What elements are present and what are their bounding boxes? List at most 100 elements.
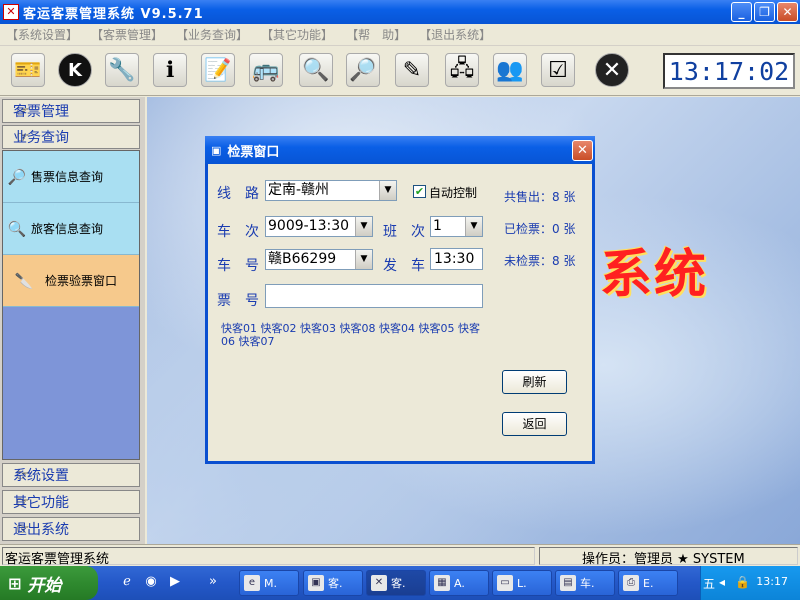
task-label: A.	[454, 576, 465, 590]
route-value: 定南-赣州	[268, 182, 330, 198]
route-select[interactable]: 定南-赣州 ▼	[265, 180, 397, 201]
depart-time-field[interactable]: 13:30	[430, 248, 483, 270]
network-icon: 🖧	[445, 53, 479, 87]
nav-sub-sales-query[interactable]: 🔎 售票信息查询	[3, 151, 139, 203]
task-label: M.	[264, 576, 277, 590]
quicklaunch-ie2-icon[interactable]: ◉	[142, 574, 160, 592]
window-title: 客运客票管理系统 V9.5.71	[23, 6, 204, 22]
tool-search-people-button[interactable]: 🔎	[343, 50, 383, 90]
document-icon: ▤	[560, 575, 576, 591]
chevron-down-icon[interactable]: ▼	[379, 181, 396, 200]
chevron-down-icon[interactable]: ▼	[355, 217, 372, 236]
app-icon: ✕	[371, 575, 387, 591]
nav-ticket-management[interactable]: ☞ 客票管理	[2, 99, 140, 123]
dialog-close-button[interactable]: ✕	[572, 140, 593, 161]
image-icon: ▦	[434, 575, 450, 591]
task-button-ke1[interactable]: ▣ 客.	[303, 570, 363, 596]
ticket-number-input[interactable]	[265, 284, 483, 308]
menu-exit-system[interactable]: 【退出系统】	[419, 26, 491, 43]
depart-label: 发 车	[383, 258, 425, 274]
ticket-icon: 🎫	[11, 53, 45, 87]
tool-pen-button[interactable]: ✎	[392, 50, 432, 90]
menu-system-settings[interactable]: 【系统设置】	[6, 26, 78, 43]
tool-checklist-button[interactable]: ☑	[538, 50, 578, 90]
menu-bar: 【系统设置】 【客票管理】 【业务查询】 【其它功能】 【帮 助】 【退出系统】	[0, 24, 800, 46]
unchecked-count: 未检票：8 张	[504, 254, 576, 268]
task-button-che[interactable]: ▤ 车.	[555, 570, 615, 596]
ticket-no-label: 票 号	[217, 293, 259, 309]
back-button[interactable]: 返回	[502, 412, 567, 436]
auto-control-checkbox[interactable]: ✔	[413, 185, 426, 198]
nav-system-settings[interactable]: ☞ 系统设置	[2, 463, 140, 487]
menu-help[interactable]: 【帮 助】	[346, 26, 406, 43]
task-button-m[interactable]: e M.	[239, 570, 299, 596]
tool-info-button[interactable]: ℹ	[150, 50, 190, 90]
nav-sub-ticket-check[interactable]: 🔪 检票验票窗口	[3, 255, 139, 307]
magnifier-icon: 🔍	[299, 53, 333, 87]
app-icon: ▣	[308, 575, 324, 591]
quicklaunch-media-icon[interactable]: ▶	[166, 574, 184, 592]
app-icon: ✕	[3, 4, 19, 20]
nav-label: 退出系统	[13, 522, 69, 538]
quicklaunch-ie-icon[interactable]: ℯ	[118, 574, 136, 592]
dialog-title-bar: ▣ 检票窗口 ✕	[205, 136, 595, 164]
input-method-icon[interactable]: 五	[703, 575, 715, 592]
tool-document-button[interactable]: 📝	[198, 50, 238, 90]
tool-network-button[interactable]: 🖧	[442, 50, 482, 90]
trip-label: 车 次	[217, 224, 259, 240]
plate-label: 车 号	[217, 258, 259, 274]
task-button-e[interactable]: ⎙ E.	[618, 570, 678, 596]
task-button-ke2[interactable]: ✕ 客.	[366, 570, 426, 596]
window-icon: ▣	[211, 143, 222, 157]
status-operator: 操作员：管理员 ★ SYSTEM	[539, 547, 798, 567]
bus-list: 快客01 快客02 快客03 快客08 快客04 快客05 快客06 快客07	[221, 322, 480, 348]
close-circle-icon: ✕	[595, 53, 629, 87]
quicklaunch-more-icon[interactable]: »	[204, 574, 222, 592]
start-button[interactable]: ⊞ 开始	[0, 566, 98, 600]
task-button-a[interactable]: ▦ A.	[429, 570, 489, 596]
close-button[interactable]: ✕	[777, 2, 798, 22]
status-app-name: 客运客票管理系统	[2, 547, 535, 567]
menu-other-functions[interactable]: 【其它功能】	[261, 26, 333, 43]
minimize-button[interactable]: _	[731, 2, 752, 22]
checked-count: 已检票：0 张	[504, 222, 576, 236]
task-button-l[interactable]: ▭ L.	[492, 570, 552, 596]
tool-bus-button[interactable]: 🚌	[246, 50, 286, 90]
task-label: 客.	[391, 577, 406, 590]
shift-select[interactable]: 1 ▼	[430, 216, 483, 237]
nav-sub-passenger-query[interactable]: 🔍 旅客信息查询	[3, 203, 139, 255]
nav-exit-system[interactable]: ☞ 退出系统	[2, 517, 140, 541]
maximize-button[interactable]: ❐	[754, 2, 775, 22]
tool-exit-button[interactable]: ✕	[592, 50, 632, 90]
lock-icon[interactable]: 🔒	[735, 575, 750, 589]
trip-select[interactable]: 9009-13:30 ▼	[265, 216, 373, 237]
tool-tools-button[interactable]: 🔧	[102, 50, 142, 90]
nav-label: 系统设置	[13, 468, 69, 484]
folder-icon: ▭	[497, 575, 513, 591]
shift-value: 1	[433, 218, 442, 234]
shift-label: 班 次	[383, 224, 425, 240]
left-nav: ☞ 客票管理 ☞ 业务查询 🔎 售票信息查询 🔍 旅客信息查询 🔪 检票验票窗口…	[0, 97, 145, 544]
knife-icon: 🔪	[14, 271, 34, 290]
chevron-down-icon[interactable]: ▼	[355, 250, 372, 269]
auto-control-label: 自动控制	[429, 186, 478, 200]
tool-users-button[interactable]: 👥	[490, 50, 530, 90]
title-bar: ✕ 客运客票管理系统 V9.5.71 _ ❐ ✕	[0, 0, 800, 24]
refresh-button[interactable]: 刷新	[502, 370, 567, 394]
menu-business-query[interactable]: 【业务查询】	[176, 26, 248, 43]
plate-select[interactable]: 赣B66299 ▼	[265, 249, 373, 270]
clock-display: 13:17:02	[663, 53, 795, 89]
tool-magnifier-button[interactable]: 🔍	[296, 50, 336, 90]
nav-sub-label: 售票信息查询	[31, 170, 104, 184]
nav-other-functions[interactable]: ☞ 其它功能	[2, 490, 140, 514]
speaker-icon[interactable]: ◂	[719, 575, 725, 589]
nav-business-query[interactable]: ☞ 业务查询	[2, 125, 140, 149]
nav-label: 客票管理	[13, 104, 69, 120]
search-people-icon: 🔎	[346, 53, 380, 87]
tool-ticket-button[interactable]: 🎫	[8, 50, 48, 90]
taskbar: ⊞ 开始 ℯ ◉ ▶ » e M. ▣ 客. ✕ 客. ▦ A. ▭ L. ▤ 车. ⎙ E.…	[0, 566, 800, 600]
printer-icon: ⎙	[623, 575, 639, 591]
tool-k-button[interactable]: K	[55, 50, 95, 90]
chevron-down-icon[interactable]: ▼	[465, 217, 482, 236]
menu-ticket-management[interactable]: 【客票管理】	[91, 26, 163, 43]
